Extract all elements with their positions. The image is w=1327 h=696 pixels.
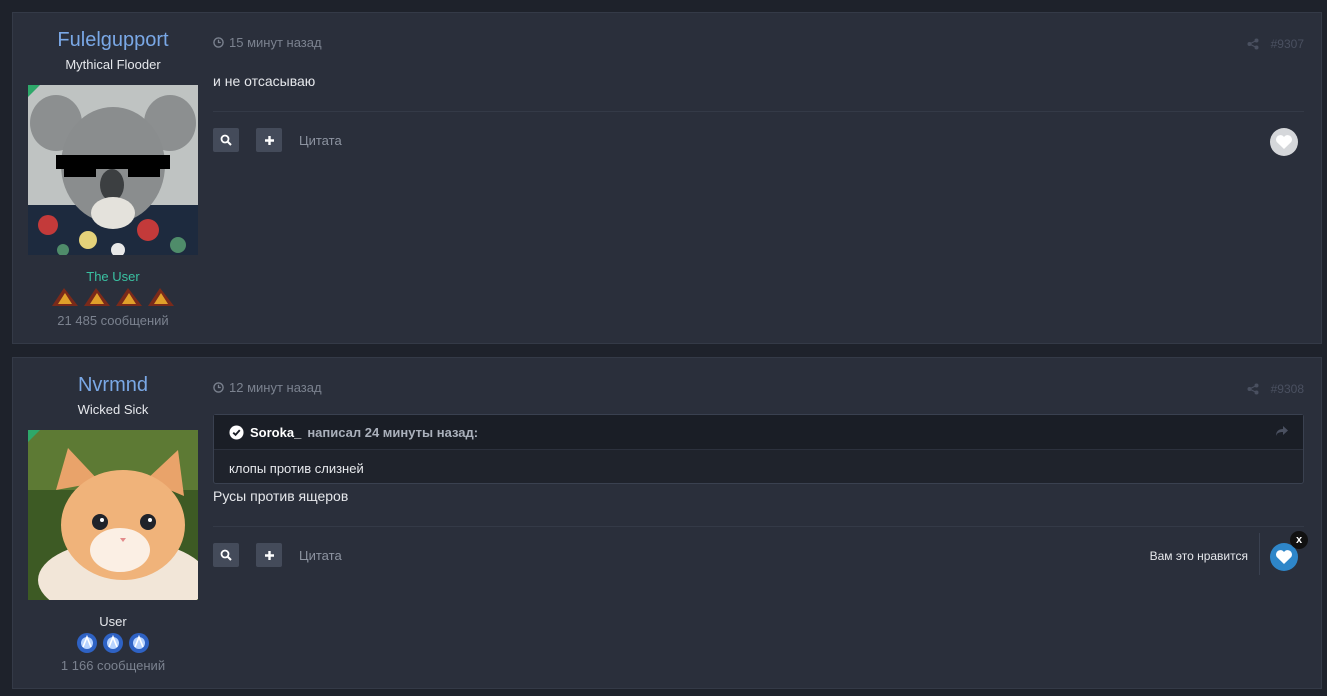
author-name-link[interactable]: Nvrmnd bbox=[13, 374, 213, 397]
rank-badge-icon bbox=[84, 288, 110, 306]
post: Nvrmnd Wicked Sick User 1 166 сообщений … bbox=[12, 357, 1322, 689]
plus-icon bbox=[264, 135, 274, 145]
post-actions: Цитата Вам это нравится x bbox=[213, 531, 1308, 575]
avatar[interactable] bbox=[28, 85, 198, 255]
go-to-quote-icon[interactable] bbox=[1275, 425, 1289, 437]
post: Fulelgupport Mythical Flooder The User 2… bbox=[12, 12, 1322, 344]
post-content: 15 минут назад #9307 и не отсасываю Цита… bbox=[213, 13, 1304, 343]
post-count: 1 166 сообщений bbox=[60, 658, 166, 673]
post-actions: Цитата bbox=[213, 128, 1304, 156]
quote-button[interactable]: Цитата bbox=[299, 133, 342, 148]
rank-badge-icon bbox=[148, 288, 174, 306]
search-button[interactable] bbox=[213, 128, 239, 152]
like-status-text[interactable]: Вам это нравится bbox=[1150, 549, 1248, 563]
heart-icon bbox=[1276, 135, 1292, 149]
clock-icon bbox=[213, 37, 224, 48]
multiquote-add-button[interactable] bbox=[256, 128, 282, 152]
kitten-avatar-image bbox=[28, 430, 198, 600]
search-icon bbox=[220, 549, 232, 561]
quote-button[interactable]: Цитата bbox=[299, 548, 342, 563]
search-icon bbox=[220, 134, 232, 146]
quote-text: клопы против слизней bbox=[229, 461, 364, 476]
post-number-area: #9308 bbox=[1247, 382, 1304, 396]
share-icon[interactable] bbox=[1247, 383, 1259, 395]
rank-badge-icon bbox=[103, 633, 123, 653]
check-circle-icon bbox=[229, 425, 244, 440]
post-content: 12 минут назад #9308 Soroka_ написал 24 … bbox=[213, 358, 1308, 688]
author-panel: Fulelgupport Mythical Flooder The User 2… bbox=[13, 13, 213, 343]
time-text: 12 минут назад bbox=[229, 380, 322, 395]
clock-icon bbox=[213, 382, 224, 393]
rank-badge-icon bbox=[129, 633, 149, 653]
post-timestamp[interactable]: 15 минут назад bbox=[213, 35, 322, 50]
author-name-link[interactable]: Fulelgupport bbox=[13, 29, 213, 52]
like-button[interactable] bbox=[1270, 128, 1298, 156]
author-panel: Nvrmnd Wicked Sick User 1 166 сообщений bbox=[13, 358, 213, 688]
post-number-link[interactable]: #9307 bbox=[1271, 37, 1304, 51]
user-group: The User bbox=[86, 269, 140, 284]
post-count: 21 485 сообщений bbox=[57, 313, 169, 328]
post-timestamp[interactable]: 12 минут назад bbox=[213, 380, 322, 395]
online-indicator bbox=[28, 430, 40, 442]
rank-badge-icon bbox=[116, 288, 142, 306]
author-title: Wicked Sick bbox=[77, 402, 149, 417]
online-indicator bbox=[28, 85, 40, 97]
quote-block: Soroka_ написал 24 минуты назад: клопы п… bbox=[213, 414, 1304, 484]
rank-badge-icon bbox=[52, 288, 78, 306]
close-icon: x bbox=[1295, 534, 1303, 546]
quote-header: Soroka_ написал 24 минуты назад: bbox=[214, 415, 1303, 450]
post-body: и не отсасываю bbox=[213, 73, 316, 89]
time-text: 15 минут назад bbox=[229, 35, 322, 50]
rank-badges bbox=[13, 631, 213, 655]
koala-avatar-image bbox=[28, 85, 198, 255]
remove-like-button[interactable]: x bbox=[1290, 531, 1308, 549]
rank-badge-icon bbox=[77, 633, 97, 653]
divider bbox=[213, 111, 1304, 112]
post-number-link[interactable]: #9308 bbox=[1271, 382, 1304, 396]
like-divider bbox=[1259, 533, 1260, 575]
search-button[interactable] bbox=[213, 543, 239, 567]
rank-badges bbox=[13, 286, 213, 310]
divider bbox=[213, 526, 1304, 527]
quote-meta: написал 24 минуты назад: bbox=[307, 425, 479, 440]
post-number-area: #9307 bbox=[1247, 37, 1304, 51]
multiquote-add-button[interactable] bbox=[256, 543, 282, 567]
avatar[interactable] bbox=[28, 430, 198, 600]
author-title: Mythical Flooder bbox=[65, 57, 161, 72]
plus-icon bbox=[264, 550, 274, 560]
quote-author-name[interactable]: Soroka_ bbox=[250, 425, 301, 440]
heart-icon bbox=[1276, 550, 1292, 564]
post-body: Русы против ящеров bbox=[213, 488, 349, 504]
quote-citation: Soroka_ написал 24 минуты назад: bbox=[229, 425, 478, 440]
user-group: User bbox=[99, 614, 127, 629]
share-icon[interactable] bbox=[1247, 38, 1259, 50]
